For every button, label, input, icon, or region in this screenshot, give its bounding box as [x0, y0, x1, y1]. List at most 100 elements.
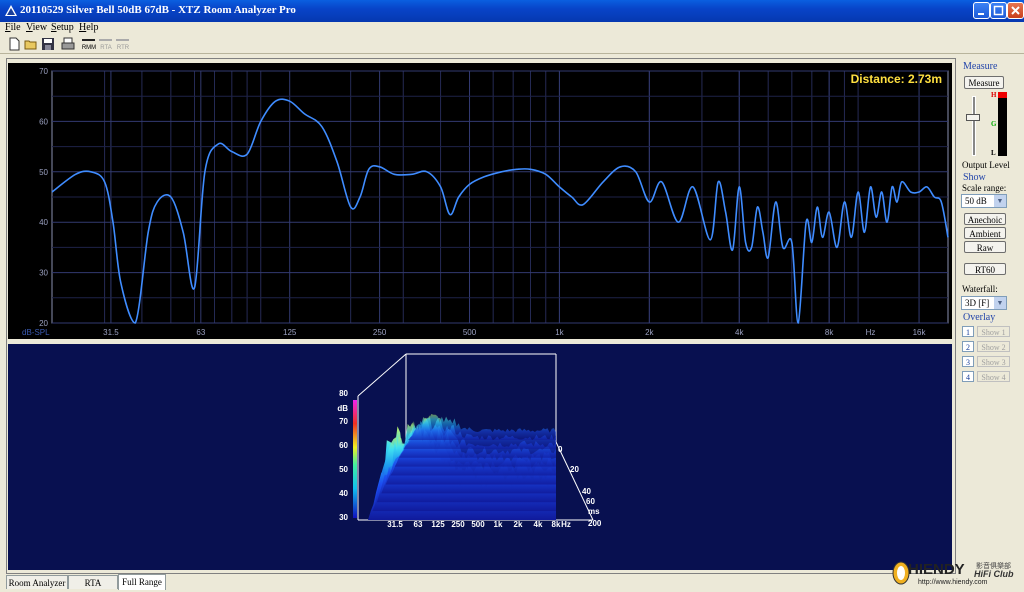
level-g-label: G	[991, 120, 997, 128]
waterfall-z-end-value: 200	[588, 519, 602, 528]
x-tick-label: 63	[196, 328, 205, 337]
overlay-3-number[interactable]: 3	[962, 356, 974, 367]
x-tick-label: 16k	[913, 328, 927, 337]
watermark-brand: HIENDY	[908, 561, 965, 578]
overlay-1-show-button[interactable]: Show 1	[977, 326, 1010, 337]
app-icon	[5, 5, 17, 16]
y-tick-label: 50	[39, 168, 48, 177]
overlay-4[interactable]: 4 Show 4	[962, 371, 1012, 383]
waterfall-x-tick-label: 2k	[514, 520, 523, 529]
rta-button[interactable]: RTA	[97, 36, 115, 52]
waterfall-axis-top-left	[357, 353, 407, 397]
waterfall-label: Waterfall:	[962, 284, 998, 294]
menu-setup[interactable]: Setup	[51, 22, 74, 33]
close-icon	[1011, 6, 1020, 15]
overlay-4-number[interactable]: 4	[962, 371, 974, 382]
level-meter-high	[998, 92, 1007, 98]
slider-thumb[interactable]	[966, 114, 980, 121]
y-tick-label: 60	[39, 117, 48, 126]
frequency-response-chart: 20 30 40 50 60 70 31.5 63 125 250 500 1k 2k 4k 8k 16k Hz…	[8, 63, 952, 339]
waterfall-x-end-label: Hz	[561, 520, 571, 529]
raw-button[interactable]: Raw	[964, 241, 1006, 253]
overlay-3-show-button[interactable]: Show 3	[977, 356, 1010, 367]
waterfall-y-tick-label: 70	[339, 417, 348, 426]
waterfall-z-tick-label: 60	[586, 497, 595, 506]
waterfall-color-scale	[353, 400, 357, 518]
scale-range-select[interactable]: 50 dB ▼	[961, 194, 1007, 208]
distance-readout: Distance: 2.73m	[851, 72, 942, 86]
save-icon[interactable]	[40, 36, 56, 52]
overlay-2-show-button[interactable]: Show 2	[977, 341, 1010, 352]
waterfall-x-tick-label: 63	[414, 520, 423, 529]
y-tick-label: 40	[39, 218, 48, 227]
new-file-icon[interactable]	[6, 36, 22, 52]
waterfall-svg: 31.5 63 125 250 500 1k 2k 4k 8k Hz0204060ms200304…	[337, 353, 602, 529]
rt60-button[interactable]: RT60	[964, 263, 1006, 275]
overlay-3[interactable]: 3 Show 3	[962, 356, 1012, 368]
tab-full-range[interactable]: Full Range	[118, 574, 166, 590]
menu-help[interactable]: Help	[79, 22, 98, 33]
maximize-button[interactable]	[990, 2, 1007, 19]
close-button[interactable]	[1007, 2, 1024, 19]
rtr-button[interactable]: RTR	[114, 36, 132, 52]
level-h-label: H	[991, 91, 997, 99]
overlay-1[interactable]: 1 Show 1	[962, 326, 1012, 338]
tab-rta[interactable]: RTA	[68, 575, 118, 589]
watermark-url: http://www.hiendy.com	[918, 579, 988, 586]
rta-label: RTA	[100, 45, 112, 51]
x-tick-label: 1k	[555, 328, 564, 337]
overlay-2-number[interactable]: 2	[962, 341, 974, 352]
rmm-button[interactable]: RMM	[80, 36, 98, 52]
minimize-icon	[978, 13, 984, 15]
show-group-label: Show	[963, 172, 986, 183]
x-tick-label: 125	[283, 328, 297, 337]
waterfall-y-tick-label: 30	[339, 513, 348, 522]
title-bar: 20110529 Silver Bell 50dB 67dB - XTZ Roo…	[0, 0, 1024, 22]
waterfall-surface	[368, 414, 556, 520]
level-l-label: L	[991, 149, 996, 157]
x-tick-label: 250	[373, 328, 387, 337]
tab-room-analyzer[interactable]: Room Analyzer	[6, 575, 68, 589]
waterfall-z-end-label: ms	[588, 507, 600, 516]
minimize-button[interactable]	[973, 2, 990, 19]
overlay-4-show-button[interactable]: Show 4	[977, 371, 1010, 382]
chevron-down-icon: ▼	[994, 195, 1006, 207]
waterfall-x-tick-label: 125	[431, 520, 445, 529]
output-level-slider[interactable]	[966, 96, 980, 156]
overlay-1-number[interactable]: 1	[962, 326, 974, 337]
print-icon[interactable]	[60, 36, 76, 52]
waterfall-value: 3D [F]	[965, 298, 990, 308]
menu-file[interactable]: File	[5, 22, 21, 33]
ambient-button[interactable]: Ambient	[964, 227, 1006, 239]
x-tick-label: 8k	[825, 328, 834, 337]
scale-range-value: 50 dB	[965, 196, 987, 206]
waterfall-z-tick-label: 0	[558, 445, 563, 454]
overlay-2[interactable]: 2 Show 2	[962, 341, 1012, 353]
frequency-response-trace	[51, 98, 949, 324]
waterfall-z-tick-label: 40	[582, 487, 591, 496]
waterfall-x-tick-label: 500	[471, 520, 485, 529]
watermark-club: HiFi Club	[974, 569, 1014, 579]
open-folder-icon[interactable]	[23, 36, 39, 52]
menu-bar: File View Setup Help	[0, 22, 1024, 35]
waterfall-y-tick-label: 60	[339, 441, 348, 450]
watermark: HIENDY 影音俱樂部 HiFi Club http://www.hiendy…	[892, 559, 1020, 589]
waterfall-y-unit-label: dB	[337, 404, 348, 413]
menu-view[interactable]: View	[26, 22, 47, 33]
waterfall-y-tick-label: 80	[339, 389, 348, 398]
waterfall-select[interactable]: 3D [F] ▼	[961, 296, 1007, 310]
waterfall-y-tick-label: 40	[339, 489, 348, 498]
waterfall-x-tick-label: 31.5	[387, 520, 403, 529]
frequency-response-svg: 20 30 40 50 60 70 31.5 63 125 250 500 1k 2k 4k 8k 16k Hz…	[22, 67, 949, 337]
measure-button[interactable]: Measure	[964, 76, 1004, 89]
x-tick-label: 500	[463, 328, 477, 337]
waterfall-x-tick-label: 4k	[534, 520, 543, 529]
anechoic-button[interactable]: Anechoic	[964, 213, 1006, 225]
x-tick-label: 4k	[735, 328, 744, 337]
waterfall-slice	[408, 414, 556, 440]
rmm-label: RMM	[81, 45, 97, 51]
window-title: 20110529 Silver Bell 50dB 67dB - XTZ Roo…	[20, 4, 296, 16]
hz-axis-label: Hz	[866, 328, 876, 337]
output-level-label: Output Level	[962, 160, 1010, 170]
waterfall-y-tick-label: 50	[339, 465, 348, 474]
